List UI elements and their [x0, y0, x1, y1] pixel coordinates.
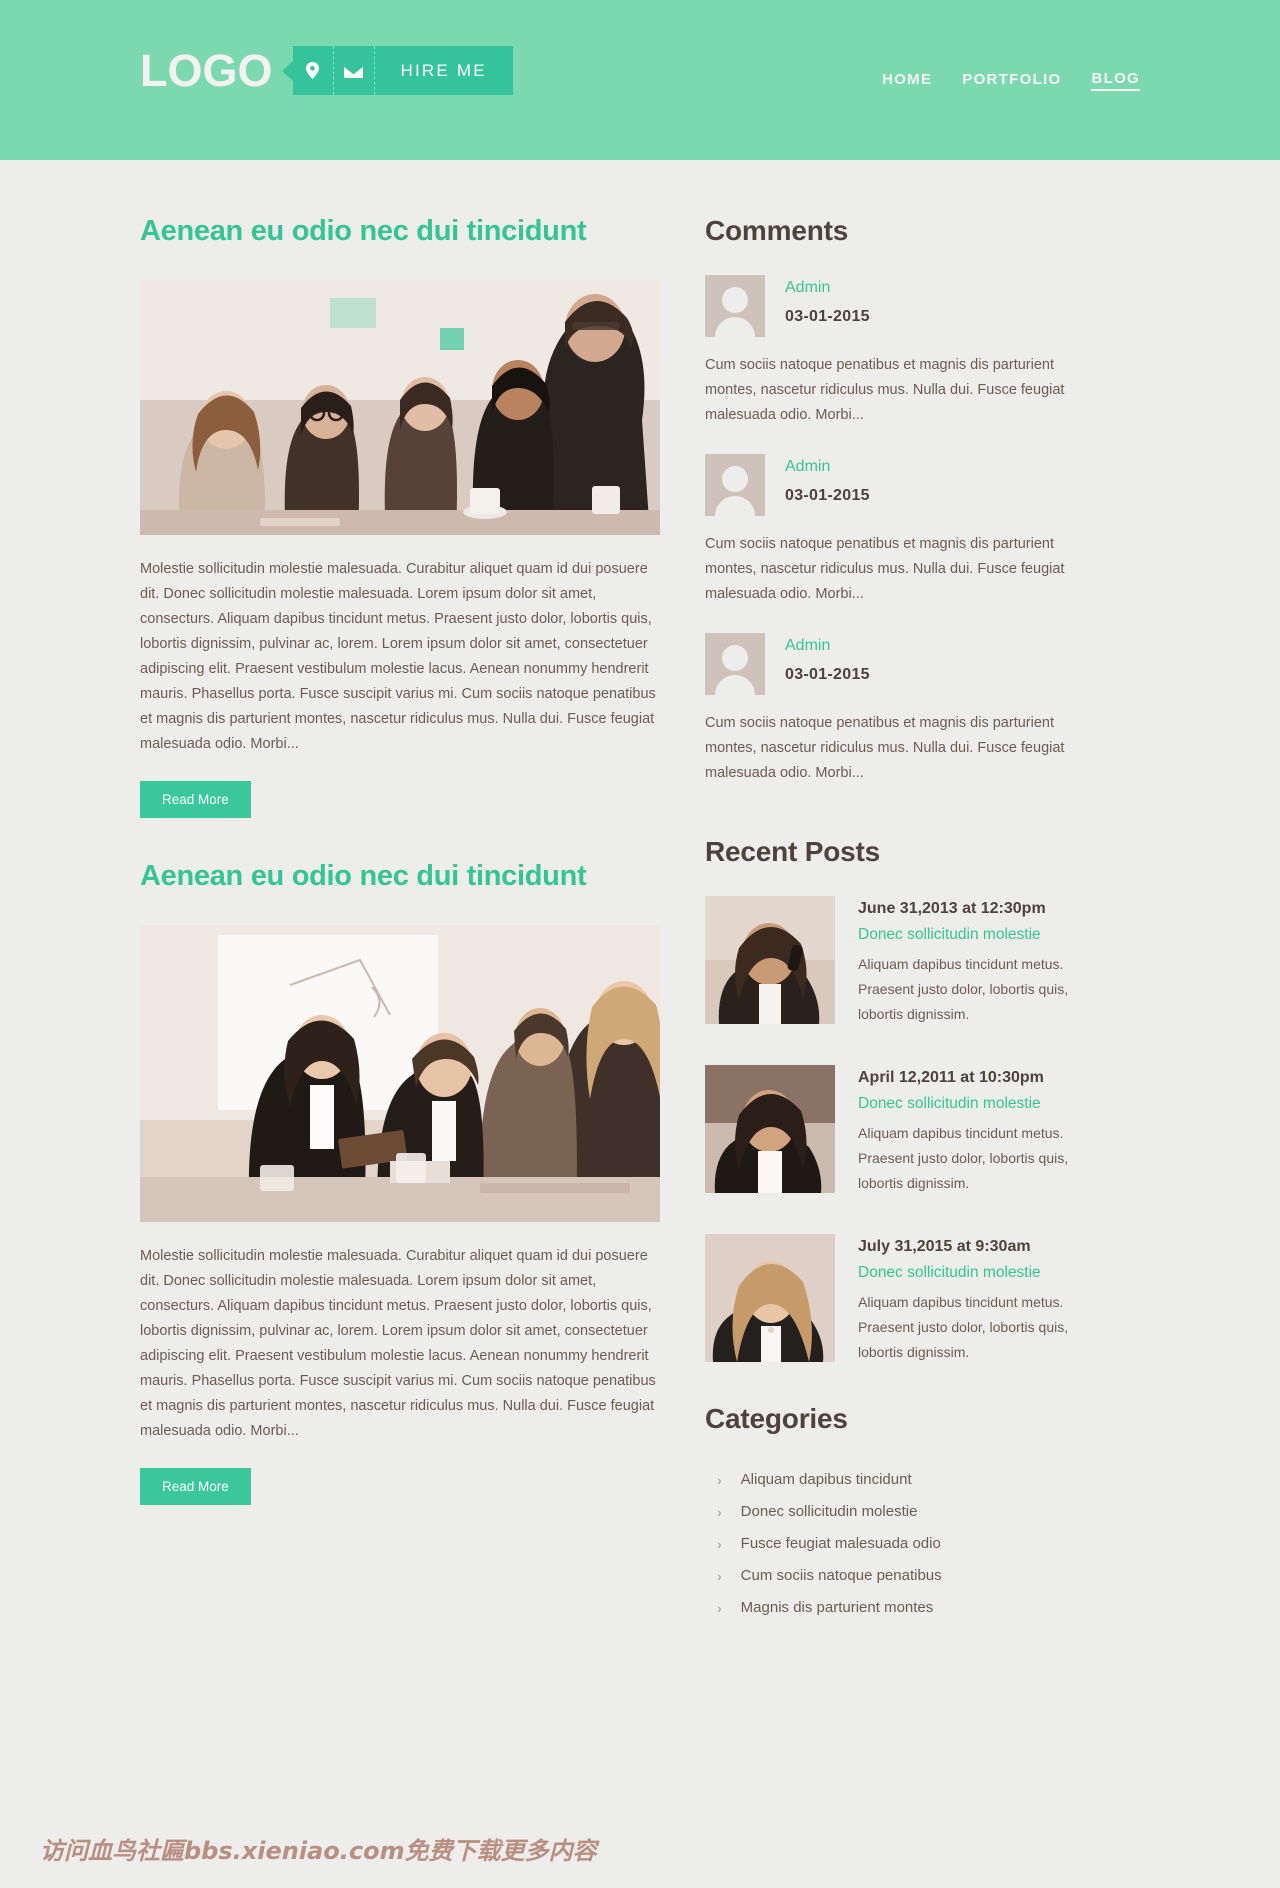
comment-author[interactable]: Admin: [785, 279, 870, 297]
recent-post-description: Aliquam dapibus tincidunt metus. Praesen…: [858, 1294, 1069, 1360]
recent-post-item[interactable]: April 12,2011 at 10:30pm Donec sollicitu…: [705, 1065, 1105, 1196]
header-inner: LOGO HIRE ME HOME PORTFOLIO BLOG: [140, 0, 1140, 160]
post-image: [140, 280, 660, 535]
nav-item-home[interactable]: HOME: [882, 71, 932, 90]
envelope-icon: [344, 63, 363, 78]
category-label: Cum sociis natoque penatibus: [740, 1567, 942, 1584]
comment-header: Admin 03-01-2015: [705, 454, 1105, 516]
avatar: [705, 275, 765, 337]
blog-post-2: Aenean eu odio nec dui tincidunt Molesti…: [140, 860, 660, 1505]
page-content: Aenean eu odio nec dui tincidunt Molesti…: [140, 160, 1140, 1623]
read-more-button[interactable]: Read More: [140, 1468, 251, 1505]
post-body: Molestie sollicitudin molestie malesuada…: [140, 561, 656, 752]
post-title[interactable]: Aenean eu odio nec dui tincidunt: [140, 215, 660, 248]
chevron-right-icon: ›: [717, 1471, 722, 1488]
nav-item-portfolio[interactable]: PORTFOLIO: [962, 71, 1061, 90]
comment-author[interactable]: Admin: [785, 637, 870, 655]
recent-post-item[interactable]: June 31,2013 at 12:30pm Donec sollicitud…: [705, 896, 1105, 1027]
categories-heading: Categories: [705, 1403, 848, 1434]
location-pin-button[interactable]: [292, 46, 334, 95]
category-item[interactable]: › Magnis dis parturient montes: [705, 1591, 1105, 1623]
site-watermark: 访问血鸟社匾bbs.xieniao.com免费下载更多内容: [40, 1837, 597, 1865]
avatar: [705, 454, 765, 516]
chevron-right-icon: ›: [717, 1535, 722, 1552]
comment-date: 03-01-2015: [785, 666, 870, 683]
category-item[interactable]: › Fusce feugiat malesuada odio: [705, 1527, 1105, 1559]
comment-date: 03-01-2015: [785, 308, 870, 325]
comment-item: Admin 03-01-2015 Cum sociis natoque pena…: [705, 454, 1105, 607]
recent-post-item[interactable]: July 31,2015 at 9:30am Donec sollicitudi…: [705, 1234, 1105, 1365]
comment-text: Cum sociis natoque penatibus et magnis d…: [705, 357, 1065, 423]
recent-post-date: July 31,2015 at 9:30am: [858, 1238, 1031, 1255]
category-item[interactable]: › Aliquam dapibus tincidunt: [705, 1463, 1105, 1495]
logo-group: LOGO HIRE ME: [140, 46, 513, 95]
recent-post-link[interactable]: Donec sollicitudin molestie: [858, 926, 1105, 944]
email-button[interactable]: [333, 46, 375, 95]
sidebar: Comments Admin 03-01-2015 Cum sociis nat…: [705, 215, 1105, 1623]
comment-text: Cum sociis natoque penatibus et magnis d…: [705, 715, 1065, 781]
comment-text: Cum sociis natoque penatibus et magnis d…: [705, 536, 1065, 602]
comment-item: Admin 03-01-2015 Cum sociis natoque pena…: [705, 633, 1105, 786]
post-title[interactable]: Aenean eu odio nec dui tincidunt: [140, 860, 660, 893]
category-label: Donec sollicitudin molestie: [740, 1503, 918, 1520]
category-label: Magnis dis parturient montes: [740, 1599, 934, 1616]
main-content: Aenean eu odio nec dui tincidunt Molesti…: [140, 215, 660, 1623]
blonde-woman-portrait-illustration: [705, 1234, 835, 1362]
hire-me-button[interactable]: HIRE ME: [374, 46, 513, 95]
recent-post-thumbnail: [705, 1065, 835, 1193]
avatar: [705, 633, 765, 695]
nav-item-blog[interactable]: BLOG: [1091, 70, 1140, 91]
comment-author[interactable]: Admin: [785, 458, 870, 476]
recent-posts-heading: Recent Posts: [705, 836, 880, 867]
comment-header: Admin 03-01-2015: [705, 275, 1105, 337]
comment-date: 03-01-2015: [785, 487, 870, 504]
chevron-right-icon: ›: [717, 1599, 722, 1616]
comment-header: Admin 03-01-2015: [705, 633, 1105, 695]
comment-item: Admin 03-01-2015 Cum sociis natoque pena…: [705, 275, 1105, 428]
recent-post-thumbnail: [705, 896, 835, 1024]
chevron-right-icon: ›: [717, 1567, 722, 1584]
categories-list: › Aliquam dapibus tincidunt › Donec soll…: [705, 1463, 1105, 1623]
recent-post-thumbnail: [705, 1234, 835, 1362]
site-logo[interactable]: LOGO: [140, 48, 273, 93]
category-item[interactable]: › Cum sociis natoque penatibus: [705, 1559, 1105, 1591]
recent-post-link[interactable]: Donec sollicitudin molestie: [858, 1095, 1105, 1113]
recent-post-description: Aliquam dapibus tincidunt metus. Praesen…: [858, 956, 1069, 1022]
presentation-photo-illustration: [140, 925, 660, 1222]
chevron-right-icon: ›: [717, 1503, 722, 1520]
comments-heading: Comments: [705, 215, 849, 246]
woman-on-phone-illustration: [705, 896, 835, 1024]
businesswoman-portrait-illustration: [705, 1065, 835, 1193]
recent-post-date: April 12,2011 at 10:30pm: [858, 1069, 1044, 1086]
site-header: LOGO HIRE ME HOME PORTFOLIO BLOG: [0, 0, 1280, 160]
category-label: Aliquam dapibus tincidunt: [740, 1471, 912, 1488]
category-item[interactable]: › Donec sollicitudin molestie: [705, 1495, 1105, 1527]
main-navigation: HOME PORTFOLIO BLOG: [882, 70, 1140, 91]
recent-post-link[interactable]: Donec sollicitudin molestie: [858, 1264, 1105, 1282]
blog-post-1: Aenean eu odio nec dui tincidunt Molesti…: [140, 215, 660, 818]
post-image: [140, 925, 660, 1222]
read-more-button[interactable]: Read More: [140, 781, 251, 818]
recent-post-description: Aliquam dapibus tincidunt metus. Praesen…: [858, 1125, 1069, 1191]
post-body: Molestie sollicitudin molestie malesuada…: [140, 1248, 656, 1439]
location-pin-icon: [306, 62, 319, 79]
category-label: Fusce feugiat malesuada odio: [740, 1535, 941, 1552]
meeting-photo-illustration: [140, 280, 660, 535]
hire-me-bar: HIRE ME: [292, 46, 513, 95]
recent-post-date: June 31,2013 at 12:30pm: [858, 900, 1046, 917]
